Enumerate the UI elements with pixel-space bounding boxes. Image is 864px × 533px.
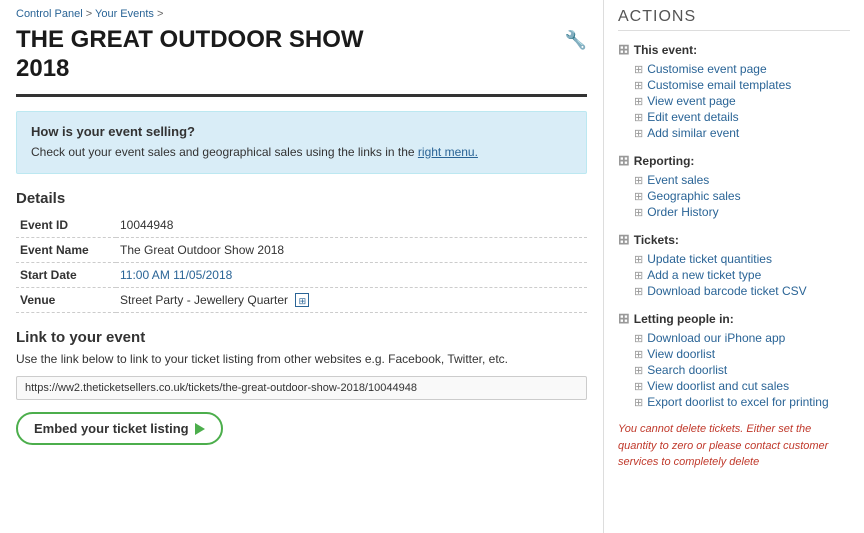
section-title-tickets: ⊞ Tickets: xyxy=(618,231,850,248)
breadcrumb: Control Panel > Your Events > xyxy=(16,8,587,20)
link-heading: Link to your event xyxy=(16,329,587,346)
list-bullet-icon: ⊞ xyxy=(634,269,643,282)
embed-button-label: Embed your ticket listing xyxy=(34,421,189,436)
wrench-icon[interactable]: 🔧 xyxy=(565,30,587,51)
list-bullet-icon: ⊞ xyxy=(634,111,643,124)
sidebar: ACTIONS ⊞ This event: ⊞Customise event p… xyxy=(604,0,864,533)
delete-note: You cannot delete tickets. Either set th… xyxy=(618,421,850,471)
title-divider xyxy=(16,94,587,97)
list-item: ⊞Download barcode ticket CSV xyxy=(634,284,850,298)
action-section-this-event: ⊞ This event: ⊞Customise event page ⊞Cus… xyxy=(618,41,850,140)
details-table: Event ID 10044948 Event Name The Great O… xyxy=(16,213,587,314)
table-row: Venue Street Party - Jewellery Quarter ⊞ xyxy=(16,287,587,313)
bullet-icon: ⊞ xyxy=(618,152,630,169)
table-row: Event ID 10044948 xyxy=(16,213,587,238)
list-item: ⊞Order History xyxy=(634,205,850,219)
bullet-icon: ⊞ xyxy=(618,310,630,327)
list-bullet-icon: ⊞ xyxy=(634,396,643,409)
actions-title: ACTIONS xyxy=(618,8,850,31)
list-item: ⊞View doorlist and cut sales xyxy=(634,379,850,393)
details-heading: Details xyxy=(16,190,587,207)
action-list-this-event: ⊞Customise event page ⊞Customise email t… xyxy=(618,62,850,140)
play-arrow-icon xyxy=(195,423,205,435)
action-section-reporting: ⊞ Reporting: ⊞Event sales ⊞Geographic sa… xyxy=(618,152,850,219)
detail-value-event-name: The Great Outdoor Show 2018 xyxy=(116,237,587,262)
detail-label: Event Name xyxy=(16,237,116,262)
list-item: ⊞Add a new ticket type xyxy=(634,268,850,282)
list-bullet-icon: ⊞ xyxy=(634,253,643,266)
bullet-icon: ⊞ xyxy=(618,41,630,58)
section-title-this-event: ⊞ This event: xyxy=(618,41,850,58)
section-title-letting-people-in: ⊞ Letting people in: xyxy=(618,310,850,327)
add-new-ticket-type-link[interactable]: ⊞Add a new ticket type xyxy=(634,268,850,282)
table-row: Event Name The Great Outdoor Show 2018 xyxy=(16,237,587,262)
info-box-text: Check out your event sales and geographi… xyxy=(31,143,572,161)
list-bullet-icon: ⊞ xyxy=(634,95,643,108)
action-section-tickets: ⊞ Tickets: ⊞Update ticket quantities ⊞Ad… xyxy=(618,231,850,298)
list-item: ⊞Search doorlist xyxy=(634,363,850,377)
detail-label: Venue xyxy=(16,287,116,313)
view-event-page-link[interactable]: ⊞View event page xyxy=(634,94,850,108)
list-bullet-icon: ⊞ xyxy=(634,174,643,187)
link-description: Use the link below to link to your ticke… xyxy=(16,350,587,368)
list-item: ⊞Edit event details xyxy=(634,110,850,124)
order-history-link[interactable]: ⊞Order History xyxy=(634,205,850,219)
list-item: ⊞Geographic sales xyxy=(634,189,850,203)
detail-value-venue: Street Party - Jewellery Quarter ⊞ xyxy=(116,287,587,313)
search-doorlist-link[interactable]: ⊞Search doorlist xyxy=(634,363,850,377)
list-item: ⊞Customise event page xyxy=(634,62,850,76)
list-item: ⊞View doorlist xyxy=(634,347,850,361)
list-item: ⊞Export doorlist to excel for printing xyxy=(634,395,850,409)
list-bullet-icon: ⊞ xyxy=(634,332,643,345)
embed-ticket-listing-button[interactable]: Embed your ticket listing xyxy=(16,412,223,445)
list-item: ⊞Download our iPhone app xyxy=(634,331,850,345)
list-bullet-icon: ⊞ xyxy=(634,79,643,92)
main-content: Control Panel > Your Events > THE GREAT … xyxy=(0,0,604,533)
download-barcode-ticket-csv-link[interactable]: ⊞Download barcode ticket CSV xyxy=(634,284,850,298)
external-link-icon[interactable]: ⊞ xyxy=(295,293,309,307)
view-doorlist-link[interactable]: ⊞View doorlist xyxy=(634,347,850,361)
edit-event-details-link[interactable]: ⊞Edit event details xyxy=(634,110,850,124)
section-title-reporting: ⊞ Reporting: xyxy=(618,152,850,169)
list-item: ⊞Add similar event xyxy=(634,126,850,140)
breadcrumb-your-events[interactable]: Your Events xyxy=(95,8,154,20)
info-box-title: How is your event selling? xyxy=(31,124,572,139)
customise-event-page-link[interactable]: ⊞Customise event page xyxy=(634,62,850,76)
action-section-letting-people-in: ⊞ Letting people in: ⊞Download our iPhon… xyxy=(618,310,850,409)
add-similar-event-link[interactable]: ⊞Add similar event xyxy=(634,126,850,140)
list-bullet-icon: ⊞ xyxy=(634,63,643,76)
detail-label: Event ID xyxy=(16,213,116,238)
list-bullet-icon: ⊞ xyxy=(634,127,643,140)
list-bullet-icon: ⊞ xyxy=(634,380,643,393)
list-item: ⊞Customise email templates xyxy=(634,78,850,92)
breadcrumb-control-panel[interactable]: Control Panel xyxy=(16,8,83,20)
customise-email-templates-link[interactable]: ⊞Customise email templates xyxy=(634,78,850,92)
event-title: THE GREAT OUTDOOR SHOW 2018 xyxy=(16,26,364,84)
table-row: Start Date 11:00 AM 11/05/2018 xyxy=(16,262,587,287)
action-list-reporting: ⊞Event sales ⊞Geographic sales ⊞Order Hi… xyxy=(618,173,850,219)
list-item: ⊞Event sales xyxy=(634,173,850,187)
list-item: ⊞Update ticket quantities xyxy=(634,252,850,266)
view-doorlist-cut-sales-link[interactable]: ⊞View doorlist and cut sales xyxy=(634,379,850,393)
update-ticket-quantities-link[interactable]: ⊞Update ticket quantities xyxy=(634,252,850,266)
detail-label: Start Date xyxy=(16,262,116,287)
export-doorlist-link[interactable]: ⊞Export doorlist to excel for printing xyxy=(634,395,850,409)
action-list-letting-people-in: ⊞Download our iPhone app ⊞View doorlist … xyxy=(618,331,850,409)
list-item: ⊞View event page xyxy=(634,94,850,108)
detail-value-start-date: 11:00 AM 11/05/2018 xyxy=(116,262,587,287)
list-bullet-icon: ⊞ xyxy=(634,364,643,377)
info-box: How is your event selling? Check out you… xyxy=(16,111,587,174)
geographic-sales-link[interactable]: ⊞Geographic sales xyxy=(634,189,850,203)
event-sales-link[interactable]: ⊞Event sales xyxy=(634,173,850,187)
info-box-link[interactable]: right menu. xyxy=(418,145,478,159)
list-bullet-icon: ⊞ xyxy=(634,190,643,203)
list-bullet-icon: ⊞ xyxy=(634,206,643,219)
detail-value-event-id: 10044948 xyxy=(116,213,587,238)
event-url-box[interactable]: https://ww2.theticketsellers.co.uk/ticke… xyxy=(16,376,587,400)
list-bullet-icon: ⊞ xyxy=(634,348,643,361)
download-iphone-app-link[interactable]: ⊞Download our iPhone app xyxy=(634,331,850,345)
list-bullet-icon: ⊞ xyxy=(634,285,643,298)
bullet-icon: ⊞ xyxy=(618,231,630,248)
action-list-tickets: ⊞Update ticket quantities ⊞Add a new tic… xyxy=(618,252,850,298)
